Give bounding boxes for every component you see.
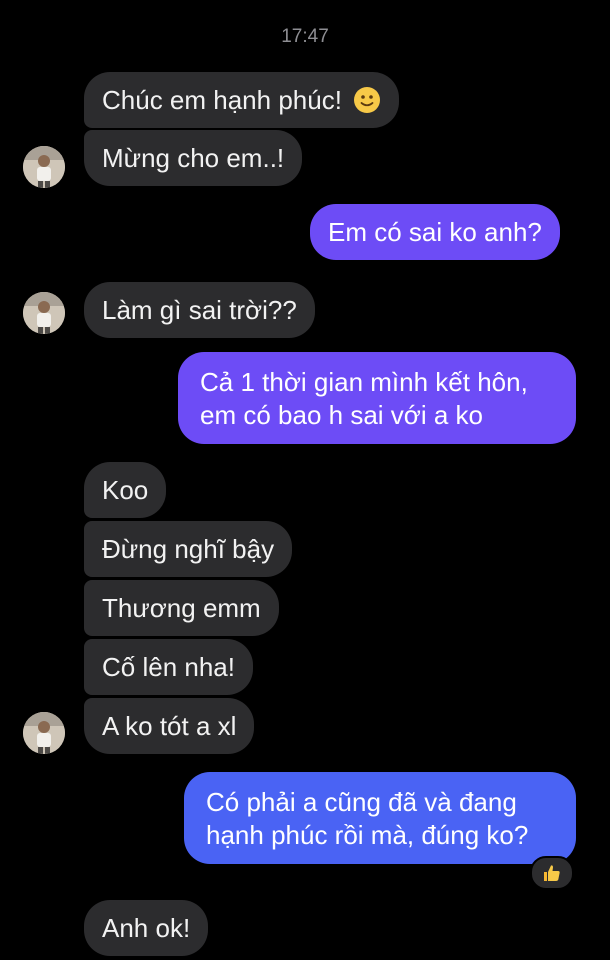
thumbs-up-icon [544, 865, 560, 881]
incoming-message[interactable]: Anh ok! [84, 900, 209, 956]
message-text: Koo [102, 475, 149, 505]
message-text: Mừng cho em..! [102, 143, 285, 173]
message-text: Anh ok! [102, 913, 191, 943]
timestamp: 17:47 [281, 26, 329, 47]
message-text: Đừng nghĩ bậy [102, 534, 275, 564]
message-text-line: em có bao h sai với a ko [200, 400, 483, 430]
incoming-message[interactable]: Chúc em hạnh phúc! [84, 72, 400, 128]
incoming-message[interactable]: Koo [84, 462, 167, 518]
avatar-photo-icon [23, 712, 65, 754]
message-text: Chúc em hạnh phúc! [102, 85, 342, 115]
outgoing-message[interactable]: Em có sai ko anh? [310, 204, 560, 260]
avatar-photo-icon [23, 292, 65, 334]
incoming-message[interactable]: Cố lên nha! [84, 639, 253, 695]
message-text: A ko tót a xl [102, 711, 237, 741]
message-text-line: Có phải a cũng đã và đang [206, 787, 517, 817]
incoming-message[interactable]: Đừng nghĩ bậy [84, 521, 293, 577]
message-text-line: Cả 1 thời gian mình kết hôn, [200, 367, 528, 397]
incoming-message[interactable]: Thương emm [84, 580, 279, 636]
contact-avatar[interactable] [23, 146, 65, 188]
slightly-smiling-face-icon [354, 87, 381, 113]
message-text-line: hạnh phúc rồi mà, đúng ko? [206, 820, 529, 850]
incoming-message[interactable]: Làm gì sai trời?? [84, 282, 315, 338]
message-text: Cố lên nha! [102, 652, 235, 682]
message-text: Em có sai ko anh? [328, 217, 542, 247]
outgoing-message[interactable]: Cả 1 thời gian mình kết hôn, em có bao h… [178, 352, 576, 444]
outgoing-message[interactable]: Có phải a cũng đã và đang hạnh phúc rồi … [184, 772, 576, 864]
avatar-photo-icon [23, 146, 65, 188]
message-text: Làm gì sai trời?? [102, 295, 297, 325]
contact-avatar[interactable] [23, 292, 65, 334]
message-reaction[interactable] [530, 856, 574, 890]
incoming-message[interactable]: A ko tót a xl [84, 698, 255, 754]
message-text: Thương emm [102, 593, 261, 623]
contact-avatar[interactable] [23, 712, 65, 754]
incoming-message[interactable]: Mừng cho em..! [84, 130, 303, 186]
